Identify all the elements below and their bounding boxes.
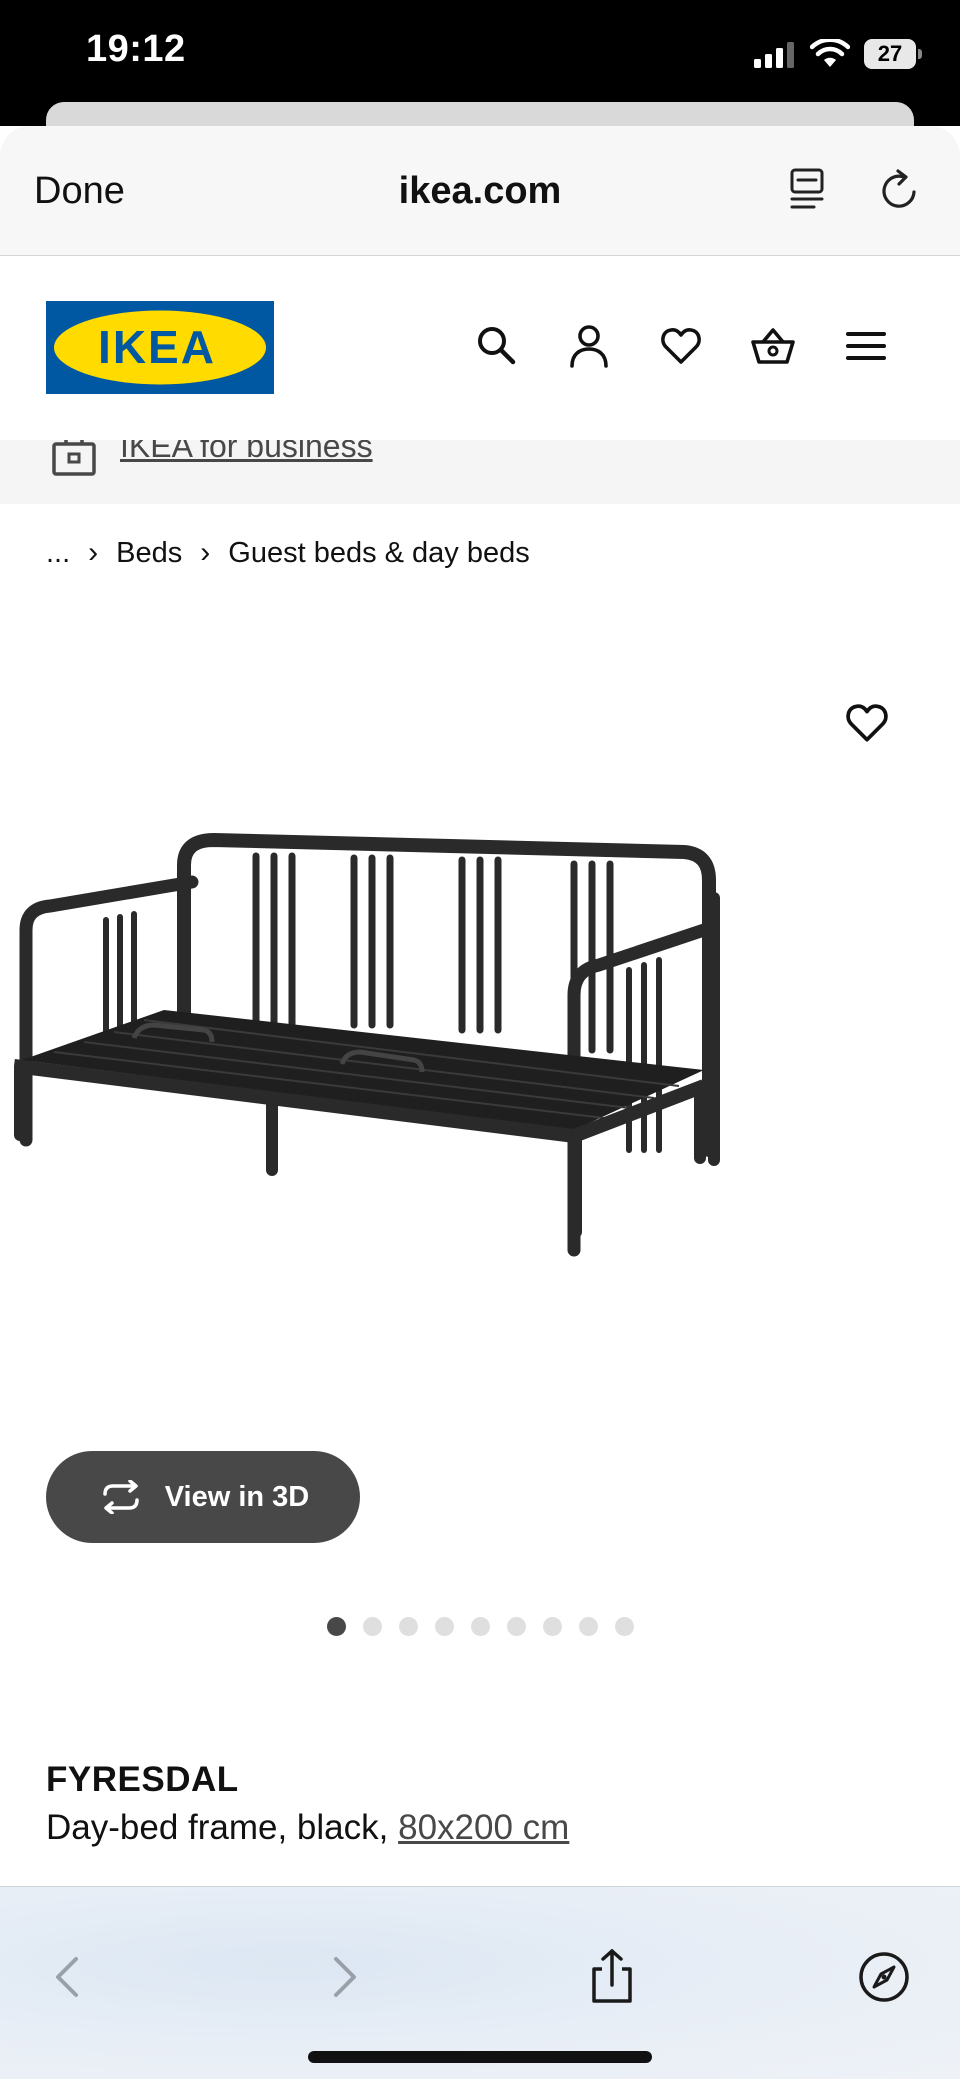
browser-bar: Done ikea.com — [0, 126, 960, 256]
reload-icon[interactable] — [876, 166, 924, 214]
carousel-dot-4[interactable] — [434, 1617, 454, 1636]
wifi-icon — [810, 39, 850, 67]
product-name: FYRESDAL — [46, 1760, 239, 1799]
battery-indicator: 27 — [864, 39, 922, 69]
rotate-3d-icon — [102, 1480, 139, 1514]
search-icon[interactable] — [473, 322, 519, 370]
ikea-logo-text: IKEA — [98, 321, 216, 373]
status-bar: 19:12 27 — [0, 0, 960, 162]
share-icon[interactable] — [582, 1947, 642, 2007]
chevron-right-icon: › — [200, 536, 211, 569]
chevron-right-icon: › — [88, 536, 99, 569]
account-icon[interactable] — [566, 322, 612, 370]
carousel-dot-2[interactable] — [362, 1617, 382, 1636]
business-strip: IKEA for business — [0, 440, 960, 504]
size-link[interactable]: 80x200 cm — [398, 1808, 569, 1847]
breadcrumb-ellipsis[interactable]: ... — [46, 537, 70, 570]
product-description: Day-bed frame, black, 80x200 cm — [46, 1808, 569, 1848]
carousel-dot-8[interactable] — [578, 1617, 598, 1636]
carousel-dot-7[interactable] — [542, 1617, 562, 1636]
status-icons: 27 — [752, 34, 922, 74]
view-in-3d-button[interactable]: View in 3D — [46, 1451, 360, 1543]
menu-icon[interactable] — [843, 322, 889, 370]
reader-icon[interactable] — [786, 166, 830, 214]
forward-icon[interactable] — [314, 1947, 374, 2007]
favorites-icon[interactable] — [658, 322, 704, 370]
carousel-dot-9[interactable] — [614, 1617, 634, 1636]
product-image[interactable] — [14, 820, 944, 1390]
product-description-text: Day-bed frame, black, — [46, 1808, 389, 1847]
back-icon[interactable] — [38, 1947, 98, 2007]
breadcrumb-item-guest-beds[interactable]: Guest beds & day beds — [228, 537, 529, 570]
business-link[interactable]: IKEA for business — [120, 440, 373, 465]
add-to-favorites-icon[interactable] — [842, 698, 892, 748]
home-indicator — [308, 2051, 652, 2063]
ikea-logo-mark: IKEA — [46, 301, 274, 394]
carousel-dot-5[interactable] — [470, 1617, 490, 1636]
status-time: 19:12 — [86, 28, 186, 70]
ikea-logo[interactable]: IKEA — [46, 301, 274, 394]
carousel-dot-1[interactable] — [326, 1617, 346, 1636]
image-carousel-dots — [0, 1617, 960, 1636]
cart-icon[interactable] — [750, 322, 796, 370]
compass-icon[interactable] — [854, 1947, 914, 2007]
browser-toolbar — [0, 1886, 960, 2079]
carousel-dot-6[interactable] — [506, 1617, 526, 1636]
breadcrumb-item-beds[interactable]: Beds — [116, 537, 182, 570]
view-in-3d-label: View in 3D — [164, 1480, 310, 1513]
breadcrumb: ... › Beds › Guest beds & day beds — [46, 536, 530, 570]
business-icon — [52, 440, 96, 476]
carousel-dot-3[interactable] — [398, 1617, 418, 1636]
signal-icon — [754, 42, 794, 68]
